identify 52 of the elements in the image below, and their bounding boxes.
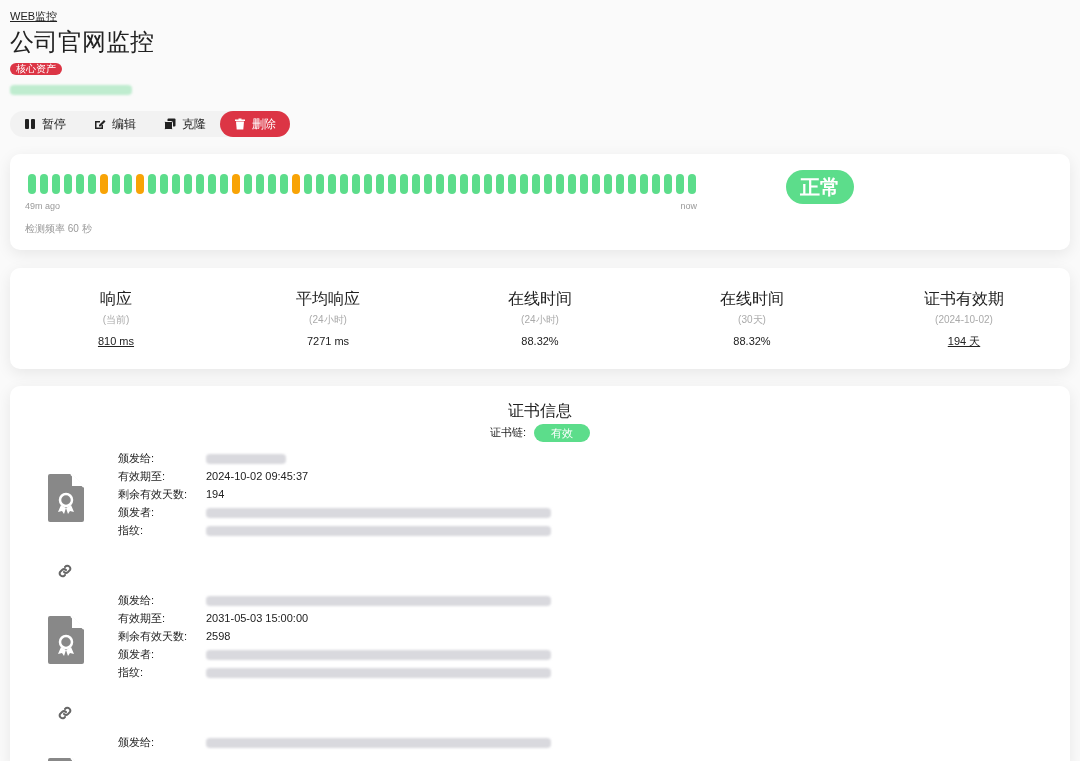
stat-subtitle: (24小时) xyxy=(309,312,347,327)
field-value: 2024-10-02 09:45:37 xyxy=(206,469,309,485)
action-button[interactable]: 编辑 xyxy=(80,110,150,137)
pause-icon xyxy=(24,117,36,130)
stat-value-link[interactable]: 194 天 xyxy=(947,332,981,349)
stat-title: 证书有效期 xyxy=(924,288,1004,309)
field-label: 剩余有效天数: xyxy=(118,487,189,503)
stat-value-link[interactable]: 810 ms xyxy=(97,332,135,349)
stat-subtitle: (2024-10-02) xyxy=(935,312,993,327)
field-label: 颁发给: xyxy=(118,451,156,467)
trash-icon xyxy=(234,117,246,130)
stat-title: 平均响应 xyxy=(296,288,360,309)
copy-icon xyxy=(164,117,176,130)
field-label: 颁发给: xyxy=(118,593,156,609)
stat-value: 88.32% xyxy=(733,333,771,349)
field-label: 有效期至: xyxy=(118,611,167,627)
field-value: 2598 xyxy=(206,629,231,645)
link-icon[interactable] xyxy=(58,563,72,578)
breadcrumb-link[interactable]: WEB监控 xyxy=(10,8,1070,25)
section-title: 证书信息 xyxy=(508,400,572,421)
field-label: 有效期至: xyxy=(118,469,167,485)
stat-value: 88.32% xyxy=(521,333,559,349)
field-label: 颁发者: xyxy=(118,647,156,663)
field-label: 剩余有效天数: xyxy=(118,629,189,645)
stat-subtitle: (24小时) xyxy=(521,312,559,327)
link-icon[interactable] xyxy=(58,705,72,720)
edit-icon xyxy=(94,117,106,130)
stat-title: 响应 xyxy=(100,288,132,309)
field-label: 指纹: xyxy=(118,523,145,539)
certificate-file-icon xyxy=(48,615,84,664)
chain-status-badge: 有效 xyxy=(534,423,591,442)
page-title: 公司官网监控 xyxy=(10,26,155,57)
tag: 核心资产 xyxy=(10,62,62,75)
check-interval: 检测频率 60 秒 xyxy=(25,222,93,236)
action-button[interactable]: 暂停 xyxy=(10,110,80,137)
field-label: 颁发给: xyxy=(118,735,156,751)
stat-title: 在线时间 xyxy=(508,288,572,309)
field-value: 194 xyxy=(206,487,225,503)
start-time-label: 49m ago xyxy=(25,199,61,213)
stat-title: 在线时间 xyxy=(720,288,784,309)
end-time-label: now xyxy=(680,199,697,213)
stat-subtitle: (当前) xyxy=(102,312,130,327)
status-badge: 正常 xyxy=(786,169,854,204)
stat-subtitle: (30天) xyxy=(738,312,766,327)
stat-value: 7271 ms xyxy=(306,333,350,349)
field-label: 指纹: xyxy=(118,665,145,681)
field-value: 2031-05-03 15:00:00 xyxy=(206,611,309,627)
certificate-file-icon xyxy=(48,473,84,522)
chain-label: 证书链: xyxy=(489,425,527,441)
delete-button[interactable]: 删除 xyxy=(220,110,290,137)
action-button[interactable]: 克隆 xyxy=(150,110,220,137)
field-label: 颁发者: xyxy=(118,505,156,521)
